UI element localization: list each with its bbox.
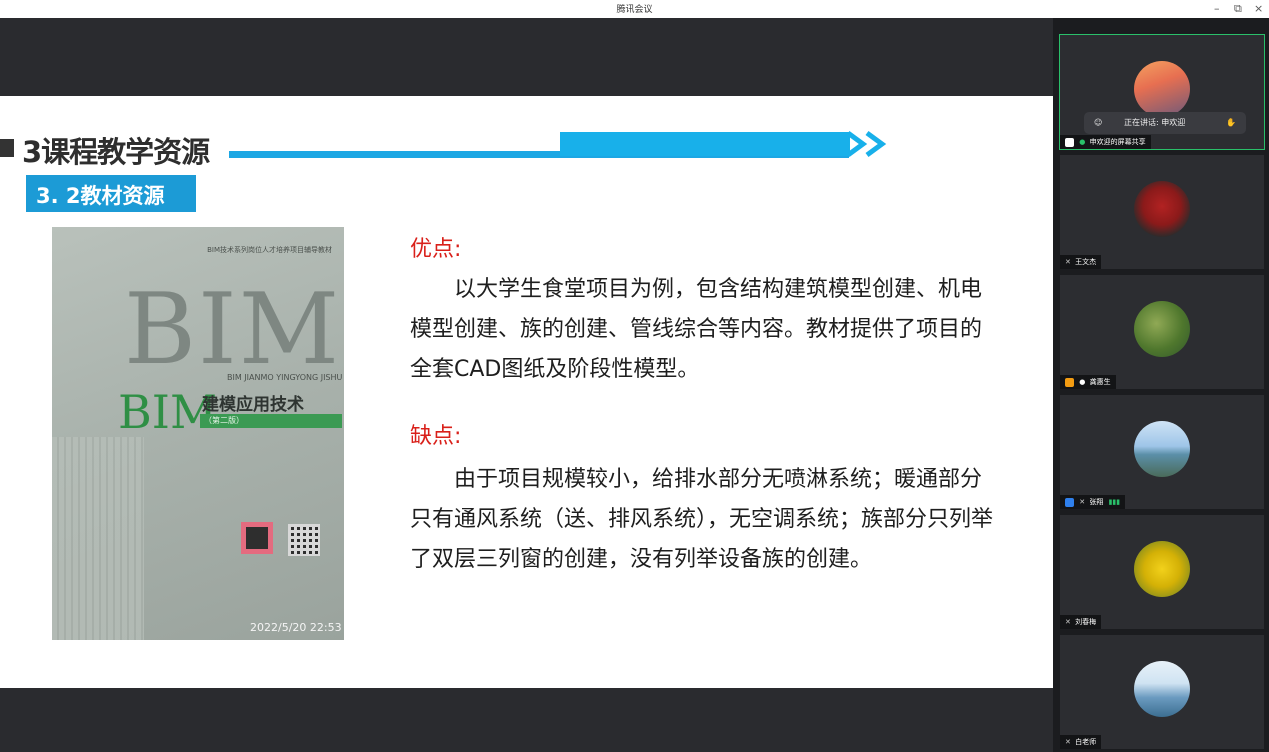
speaking-indicator: ☺ 正在讲话: 申欢迎 ✋ [1084,112,1246,134]
mic-muted-icon: ✕ [1065,738,1071,746]
screen-share-icon [1065,137,1074,147]
mic-icon: ● [1079,138,1086,146]
presentation-slide: 3课程教学资源 3. 2教材资源 BIM技术系列岗位人才培养项目辅导教材 BIM… [0,96,1053,688]
mic-muted-icon: ✕ [1079,498,1086,506]
cons-heading: 缺点: [410,424,462,449]
book-qr-code-right [288,524,320,556]
book-title: 建模应用技术 [202,395,304,415]
book-bim-large: BIM [124,273,342,387]
speaker-avatar-icon: ☺ [1094,118,1103,127]
cons-text: 由于项目规模较小，给排水部分无喷淋系统；暖通部分只有通风系统（送、排风系统），无… [410,467,994,572]
avatar [1134,421,1190,477]
participant-tile[interactable]: ✕ 白老师 [1060,635,1264,749]
mic-muted-icon: ✕ [1065,618,1071,626]
avatar [1134,541,1190,597]
section-title: 3课程教学资源 [22,135,210,169]
pros-text: 以大学生食堂项目为例，包含结构建筑模型创建、机电模型创建、族的创建、管线综合等内… [410,277,983,382]
signal-strength-icon: ▮▮▮ [1108,498,1121,506]
book-pinyin: BIM JIANMO YINGYONG JISHU [227,373,343,382]
minimize-button[interactable]: – [1214,1,1220,16]
participant-name: ● 龚惠生 [1060,375,1116,389]
user-icon [1065,497,1074,507]
avatar [1134,661,1190,717]
participant-name: ● 申欢迎的屏幕共享 [1060,135,1151,149]
participant-tile[interactable]: ✕ 张翔 ▮▮▮ [1060,395,1264,509]
subsection-title: 3. 2教材资源 [36,184,165,208]
hands-icon: ✋ [1226,118,1236,127]
participant-tile[interactable]: ✕ 刘春梅 [1060,515,1264,629]
mic-icon: ● [1079,378,1086,386]
book-series: BIM技术系列岗位人才培养项目辅导教材 [207,246,332,254]
title-accent-bar [560,132,850,156]
participant-name: ✕ 王文杰 [1060,255,1102,269]
participant-tile[interactable]: ☺ 正在讲话: 申欢迎 ✋ ● 申欢迎的屏幕共享 [1059,34,1265,150]
avatar [1134,301,1190,357]
restore-button[interactable]: ⧉ [1234,1,1242,16]
user-icon [1065,377,1074,387]
participant-tile[interactable]: ✕ 王文杰 [1060,155,1264,269]
avatar [1134,181,1190,237]
photo-timestamp: 2022/5/20 22:53 [250,621,342,634]
building-graphic [52,437,144,640]
participant-name: ✕ 白老师 [1060,735,1102,749]
participant-name: ✕ 刘春梅 [1060,615,1102,629]
avatar [1134,61,1190,117]
window-title: 腾讯会议 [616,5,653,15]
double-chevron-icon [846,130,887,158]
close-button[interactable]: × [1254,1,1263,16]
book-edition: （第二版） [204,416,244,425]
pros-heading: 优点: [410,237,462,262]
book-cover-photo: BIM技术系列岗位人才培养项目辅导教材 BIM BIM JIANMO YINGY… [52,227,344,640]
book-qr-code-left [241,522,273,554]
participant-name: ✕ 张翔 ▮▮▮ [1060,495,1126,509]
participant-tile[interactable]: ● 龚惠生 [1060,275,1264,389]
mic-muted-icon: ✕ [1065,258,1071,266]
section-marker [0,139,14,157]
shared-screen-area: 3课程教学资源 3. 2教材资源 BIM技术系列岗位人才培养项目辅导教材 BIM… [0,18,1053,752]
window-titlebar: 腾讯会议 – ⧉ × [0,0,1269,19]
